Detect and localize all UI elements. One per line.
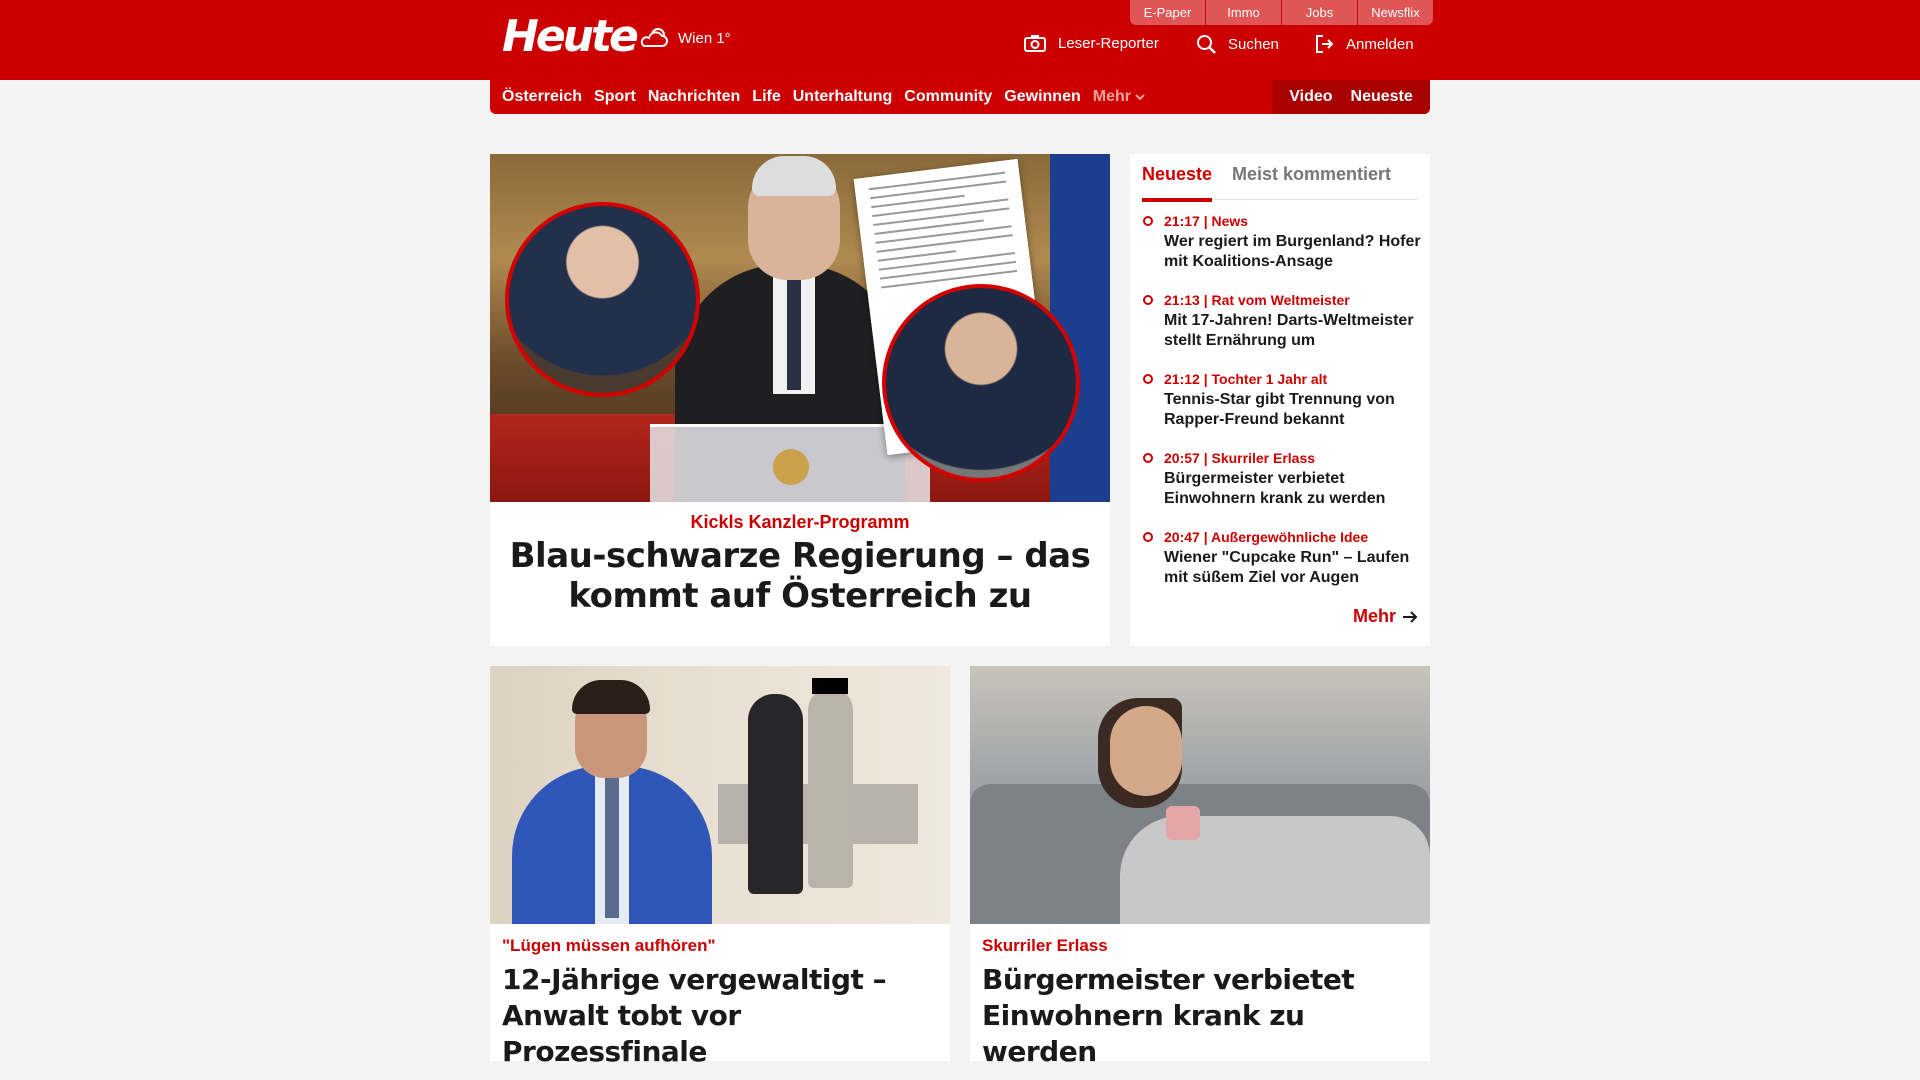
image-person-walking — [748, 694, 803, 894]
news-sidebar: Neueste Meist kommentiert 21:17 | News W… — [1130, 154, 1430, 646]
hero-title[interactable]: Blau-schwarze Regierung – das kommt auf … — [500, 536, 1100, 616]
feed-item[interactable]: 21:13 | Rat vom Weltmeister Mit 17-Jahre… — [1142, 291, 1422, 370]
top-link-epaper[interactable]: E-Paper — [1130, 0, 1205, 25]
feed-item-title[interactable]: Bürgermeister verbietet Einwohnern krank… — [1164, 469, 1422, 509]
main-nav: Österreich Sport Nachrichten Life Unterh… — [490, 80, 1430, 114]
site-logo[interactable]: Heute — [502, 12, 639, 62]
nav-more-label: Mehr — [1092, 88, 1131, 105]
nav-item-nachrichten[interactable]: Nachrichten — [648, 88, 740, 106]
tab-neueste[interactable]: Neueste — [1142, 164, 1213, 202]
chevron-down-icon — [1135, 94, 1145, 101]
nav-item-life[interactable]: Life — [752, 88, 780, 106]
weather-widget[interactable]: Wien 1° — [638, 26, 731, 50]
image-person-head — [1110, 706, 1182, 796]
camera-icon — [1024, 35, 1046, 52]
feed-item[interactable]: 21:12 | Tochter 1 Jahr alt Tennis-Star g… — [1142, 370, 1422, 449]
feed-item-meta: 21:13 | Rat vom Weltmeister — [1164, 292, 1350, 308]
feed-item[interactable]: 21:17 | News Wer regiert im Burgenland? … — [1142, 212, 1422, 291]
feed-item-title[interactable]: Tennis-Star gibt Trennung von Rapper-Fre… — [1164, 390, 1422, 430]
feed-item-meta: 20:47 | Außergewöhnliche Idee — [1164, 529, 1369, 545]
sidebar-more-label: Mehr — [1352, 606, 1396, 626]
feed-item[interactable]: 20:57 | Skurriler Erlass Bürgermeister v… — [1142, 449, 1422, 528]
leser-reporter-label: Leser-Reporter — [1058, 34, 1159, 52]
feed-item[interactable]: 20:47 | Außergewöhnliche Idee Wiener "Cu… — [1142, 528, 1422, 607]
nav-item-gewinnen[interactable]: Gewinnen — [1004, 88, 1080, 106]
search-label: Suchen — [1228, 35, 1279, 53]
login-button[interactable]: Anmelden — [1314, 34, 1414, 54]
image-inset-left — [505, 202, 700, 397]
search-icon — [1197, 35, 1216, 54]
feed-item-title[interactable]: Wer regiert im Burgenland? Hofer mit Koa… — [1164, 232, 1422, 272]
login-label: Anmelden — [1346, 35, 1414, 53]
login-icon — [1316, 35, 1334, 53]
article-card-image[interactable] — [490, 666, 950, 924]
feed-item-meta: 21:17 | News — [1164, 213, 1249, 229]
article-card-title[interactable]: Bürgermeister verbietet Einwohnern krank… — [982, 962, 1422, 1070]
feed-item-title[interactable]: Wiener "Cupcake Run" – Laufen mit süßem … — [1164, 548, 1422, 588]
leser-reporter-link[interactable]: Leser-Reporter — [1024, 34, 1159, 52]
nav-item-video[interactable]: Video — [1289, 88, 1332, 106]
top-link-jobs[interactable]: Jobs — [1282, 0, 1357, 25]
article-card-kicker[interactable]: Skurriler Erlass — [982, 936, 1108, 956]
image-person-hair — [752, 156, 836, 196]
top-links: E-Paper Immo Jobs Newsflix — [1130, 0, 1433, 25]
nav-item-neueste[interactable]: Neueste — [1351, 88, 1413, 106]
weather-text: Wien 1° — [678, 29, 731, 47]
feed-item-meta: 21:12 | Tochter 1 Jahr alt — [1164, 371, 1328, 387]
weather-cloud-icon — [640, 28, 668, 47]
article-card[interactable]: Skurriler Erlass Bürgermeister verbietet… — [970, 666, 1430, 1068]
nav-item-unterhaltung[interactable]: Unterhaltung — [793, 88, 893, 106]
site-header — [0, 0, 1920, 80]
nav-item-community[interactable]: Community — [904, 88, 992, 106]
image-person-hair — [572, 680, 650, 714]
image-inset-right — [882, 284, 1080, 482]
feed-item-meta: 20:57 | Skurriler Erlass — [1164, 450, 1316, 466]
image-censor-bar — [812, 678, 848, 694]
sidebar-more-link[interactable]: Mehr — [1353, 606, 1418, 627]
tab-meist-kommentiert[interactable]: Meist kommentiert — [1232, 164, 1391, 185]
article-card-title[interactable]: 12-Jährige vergewaltigt – Anwalt tobt vo… — [502, 962, 942, 1070]
article-card[interactable]: "Lügen müssen aufhören" 12-Jährige verge… — [490, 666, 950, 1068]
arrow-right-icon — [1403, 610, 1418, 623]
article-card-image[interactable] — [970, 666, 1430, 924]
news-feed: 21:17 | News Wer regiert im Burgenland? … — [1142, 212, 1422, 607]
hero-image[interactable] — [490, 154, 1110, 502]
image-eagle-emblem — [773, 449, 809, 485]
sidebar-tabs: Neueste Meist kommentiert — [1142, 154, 1418, 202]
top-link-newsflix[interactable]: Newsflix — [1358, 0, 1433, 25]
image-tie — [787, 280, 801, 390]
nav-more-dropdown[interactable]: Mehr — [1093, 88, 1145, 106]
nav-item-oesterreich[interactable]: Österreich — [502, 88, 582, 106]
image-tie — [605, 778, 619, 918]
hero-kicker[interactable]: Kickls Kanzler-Programm — [490, 512, 1110, 533]
image-mug — [1166, 806, 1200, 840]
article-card-kicker[interactable]: "Lügen müssen aufhören" — [502, 936, 716, 956]
image-person-walking — [808, 688, 853, 888]
top-link-immo[interactable]: Immo — [1206, 0, 1281, 25]
search-button[interactable]: Suchen — [1196, 34, 1279, 54]
nav-item-sport[interactable]: Sport — [594, 88, 636, 106]
nav-right-group: Video Neueste — [1272, 80, 1430, 114]
feed-item-title[interactable]: Mit 17-Jahren! Darts-Weltmeister stellt … — [1164, 311, 1422, 351]
hero-article[interactable]: Kickls Kanzler-Programm Blau-schwarze Re… — [490, 154, 1110, 646]
